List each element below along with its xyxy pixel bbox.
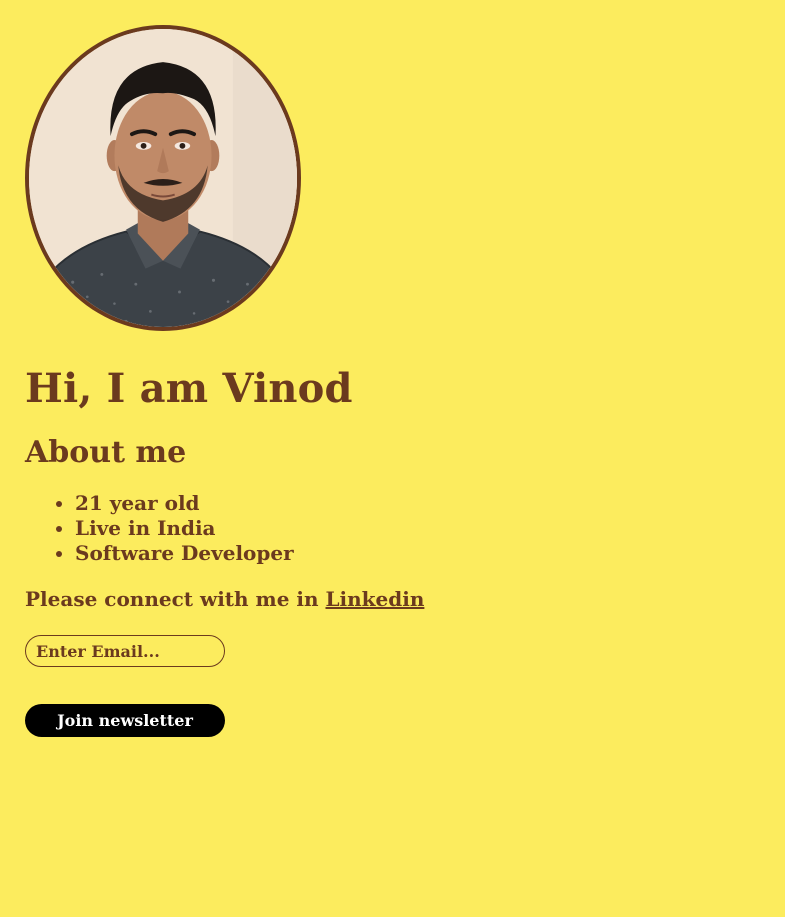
- list-item: Live in India: [75, 516, 760, 541]
- linkedin-link[interactable]: Linkedin: [325, 587, 424, 611]
- page-content: Hi, I am Vinod About me 21 year old Live…: [25, 25, 760, 737]
- about-heading: About me: [25, 435, 187, 470]
- about-list: 21 year old Live in India Software Devel…: [25, 491, 760, 566]
- list-item: Software Developer: [75, 541, 760, 566]
- connect-text: Please connect with me in Linkedin: [25, 586, 760, 612]
- profile-photo: [29, 29, 297, 327]
- connect-label: Please connect with me in: [25, 587, 326, 611]
- avatar: [25, 25, 301, 331]
- join-newsletter-button[interactable]: Join newsletter: [25, 704, 225, 737]
- list-item: 21 year old: [75, 491, 760, 516]
- email-input[interactable]: [25, 635, 225, 667]
- page-title: Hi, I am Vinod: [25, 365, 353, 412]
